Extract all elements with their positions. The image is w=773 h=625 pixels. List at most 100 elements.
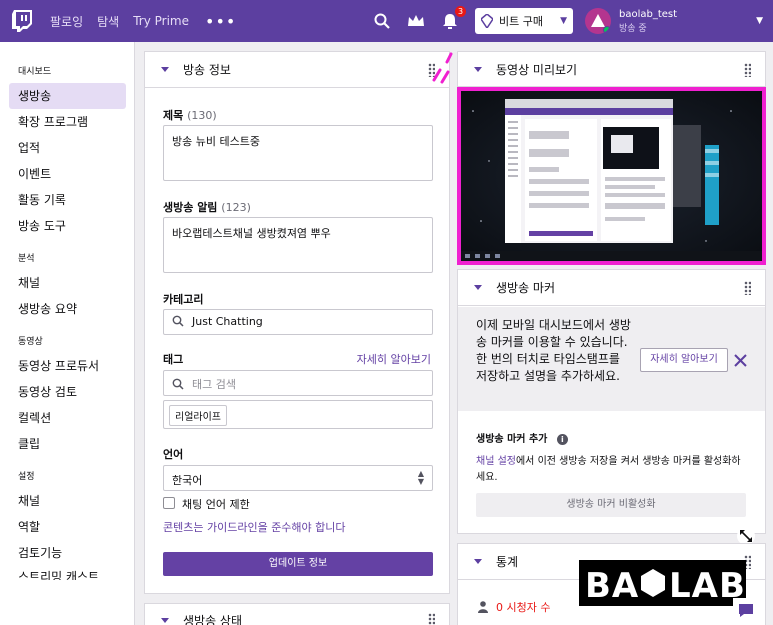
nav-try-prime[interactable]: Try Prime bbox=[133, 14, 189, 28]
tags-learn-more-link[interactable]: 자세히 알아보기 bbox=[357, 351, 431, 367]
stream-markers-header[interactable]: 생방송 마커 bbox=[458, 270, 765, 306]
video-preview-panel: 동영상 미리보기 bbox=[457, 51, 766, 265]
sidebar-item-moderation[interactable]: 검토기능 bbox=[0, 540, 134, 566]
marker-learn-more-button[interactable]: 자세히 알아보기 bbox=[640, 348, 728, 372]
search-icon bbox=[172, 378, 184, 390]
chevron-down-icon: ▼ bbox=[756, 16, 763, 26]
sidebar-item-collections[interactable]: 컬렉션 bbox=[0, 405, 134, 431]
stream-status-panel: 생방송 상태 bbox=[144, 603, 450, 625]
collapse-icon[interactable] bbox=[161, 617, 169, 623]
tag-list: 리얼라이프 bbox=[163, 400, 433, 429]
stream-markers-title: 생방송 마커 bbox=[496, 281, 556, 295]
search-icon[interactable] bbox=[373, 12, 391, 30]
tags-label: 태그 bbox=[163, 353, 184, 366]
language-value: 한국어 bbox=[172, 474, 203, 487]
sidebar-section-videos: 동영상 bbox=[18, 337, 43, 347]
user-status: 방송 중 bbox=[619, 24, 647, 34]
username: baolab_test bbox=[619, 9, 678, 20]
top-nav: 팔로잉 탐색 Try Prime ••• 3 비트 구매 ▼ baolab_te… bbox=[0, 0, 773, 42]
category-value: Just Chatting bbox=[192, 315, 263, 328]
channel-settings-link[interactable]: 채널 설정 bbox=[476, 456, 516, 467]
language-select[interactable]: 한국어 ▲ ▼ bbox=[163, 465, 433, 491]
collapse-icon[interactable] bbox=[161, 67, 169, 72]
drag-handle-icon[interactable] bbox=[744, 281, 751, 295]
chat-language-label: 채팅 언어 제한 bbox=[182, 498, 250, 511]
stream-info-panel: 방송 정보 제목 (130) 방송 뉴비 테스트중 생방송 알림 (123) 바… bbox=[144, 51, 450, 594]
category-input[interactable]: Just Chatting bbox=[163, 309, 433, 335]
stream-info-header[interactable]: 방송 정보 bbox=[145, 52, 449, 88]
stream-status-header[interactable]: 생방송 상태 bbox=[145, 604, 449, 625]
chevron-down-icon: ▼ bbox=[560, 16, 567, 26]
chat-icon[interactable] bbox=[733, 598, 759, 622]
tag-search-input[interactable]: 태그 검색 bbox=[163, 370, 433, 396]
viewer-count: 0 시청자 수 bbox=[478, 599, 550, 615]
marker-description: 채널 설정에서 이전 생방송 저장을 켜서 생방송 마커를 활성화하세요. bbox=[476, 456, 741, 483]
sidebar-item-live[interactable]: 생방송 bbox=[9, 83, 126, 109]
bits-icon bbox=[481, 14, 493, 28]
tag-chip[interactable]: 리얼라이프 bbox=[169, 405, 227, 426]
collapse-icon[interactable] bbox=[474, 66, 482, 72]
more-icon[interactable]: ••• bbox=[205, 12, 236, 31]
sidebar-item-video-review[interactable]: 동영상 검토 bbox=[0, 379, 134, 405]
sidebar-item-achievements[interactable]: 업적 bbox=[0, 135, 134, 161]
info-icon[interactable]: i bbox=[556, 434, 568, 445]
get-bits-button[interactable]: 비트 구매 ▼ bbox=[475, 8, 573, 34]
svg-text:BA: BA bbox=[585, 566, 639, 606]
sidebar-section-analytics: 분석 bbox=[18, 254, 35, 264]
notification-label: 생방송 알림 (123) bbox=[163, 201, 251, 214]
video-preview-title: 동영상 미리보기 bbox=[496, 62, 578, 77]
sidebar-item-channel-analytics[interactable]: 채널 bbox=[0, 270, 134, 296]
bell-icon[interactable]: 3 bbox=[441, 6, 466, 30]
drag-handle-icon[interactable] bbox=[428, 613, 435, 625]
video-preview-image[interactable] bbox=[457, 87, 766, 265]
sidebar-item-broadcast-tools[interactable]: 방송 도구 bbox=[0, 213, 134, 239]
stream-info-title: 방송 정보 bbox=[183, 63, 231, 77]
search-icon bbox=[172, 315, 184, 327]
notification-badge: 3 bbox=[455, 6, 466, 17]
person-icon bbox=[478, 601, 488, 613]
drag-indicator-icon bbox=[432, 52, 453, 84]
collapse-icon[interactable] bbox=[474, 285, 482, 290]
sidebar: 대시보드 생방송 확장 프로그램 업적 이벤트 활동 기록 방송 도구 분석 채… bbox=[0, 42, 135, 625]
update-info-button[interactable]: 업데이트 정보 bbox=[163, 552, 433, 576]
chat-language-checkbox[interactable] bbox=[163, 497, 175, 509]
sidebar-item-partial[interactable]: 스트리밍 캐스트 bbox=[0, 566, 134, 580]
title-input[interactable]: 방송 뉴비 테스트중 bbox=[163, 125, 433, 181]
get-bits-label: 비트 구매 bbox=[499, 15, 543, 28]
sidebar-item-extensions[interactable]: 확장 프로그램 bbox=[0, 109, 134, 135]
video-preview-header[interactable]: 동영상 미리보기 bbox=[457, 51, 766, 87]
nav-browse[interactable]: 탐색 bbox=[97, 13, 119, 30]
sidebar-section-dashboard: 대시보드 bbox=[18, 67, 52, 77]
live-status-dot bbox=[603, 26, 611, 34]
crown-icon[interactable] bbox=[407, 12, 425, 30]
stats-title: 통계 bbox=[496, 555, 519, 569]
title-label: 제목 (130) bbox=[163, 109, 217, 122]
baolab-watermark-logo: BA LAB bbox=[579, 560, 746, 606]
sidebar-item-clips[interactable]: 클립 bbox=[0, 431, 134, 457]
nav-following[interactable]: 팔로잉 bbox=[50, 13, 83, 30]
select-arrows-icon: ▲ ▼ bbox=[417, 469, 424, 486]
viewer-count-text: 0 시청자 수 bbox=[496, 601, 551, 614]
stream-status-title: 생방송 상태 bbox=[183, 613, 243, 625]
notification-input[interactable]: 바오랩테스트채널 생방켰져염 뿌우 bbox=[163, 217, 433, 273]
stream-markers-panel: 생방송 마커 이제 모바일 대시보드에서 생방송 마커를 이용할 수 있습니다.… bbox=[457, 269, 766, 534]
sidebar-item-stream-summary[interactable]: 생방송 요약 bbox=[0, 296, 134, 322]
user-menu[interactable]: baolab_test 방송 중 ▼ bbox=[585, 0, 773, 42]
guideline-link[interactable]: 콘텐츠는 가이드라인을 준수해야 합니다 bbox=[163, 519, 346, 535]
svg-text:LAB: LAB bbox=[669, 566, 743, 606]
sidebar-item-events[interactable]: 이벤트 bbox=[0, 161, 134, 187]
sidebar-item-channel-settings[interactable]: 채널 bbox=[0, 488, 134, 514]
drag-handle-icon[interactable] bbox=[744, 63, 751, 77]
collapse-icon[interactable] bbox=[474, 559, 482, 564]
language-label: 언어 bbox=[163, 448, 184, 461]
disable-marker-button[interactable]: 생방송 마커 비활성화 bbox=[476, 493, 746, 517]
sidebar-item-video-producer[interactable]: 동영상 프로듀서 bbox=[0, 353, 134, 379]
sidebar-item-roles[interactable]: 역할 bbox=[0, 514, 134, 540]
category-label: 카테고리 bbox=[163, 293, 204, 306]
tag-search-placeholder: 태그 검색 bbox=[192, 378, 236, 391]
twitch-logo-icon[interactable] bbox=[12, 10, 32, 32]
sidebar-section-settings: 설정 bbox=[18, 472, 35, 482]
sidebar-item-activity[interactable]: 활동 기록 bbox=[0, 187, 134, 213]
marker-promo-box: 이제 모바일 대시보드에서 생방송 마커를 이용할 수 있습니다. 한 번의 터… bbox=[458, 307, 765, 411]
close-icon[interactable] bbox=[734, 354, 747, 367]
